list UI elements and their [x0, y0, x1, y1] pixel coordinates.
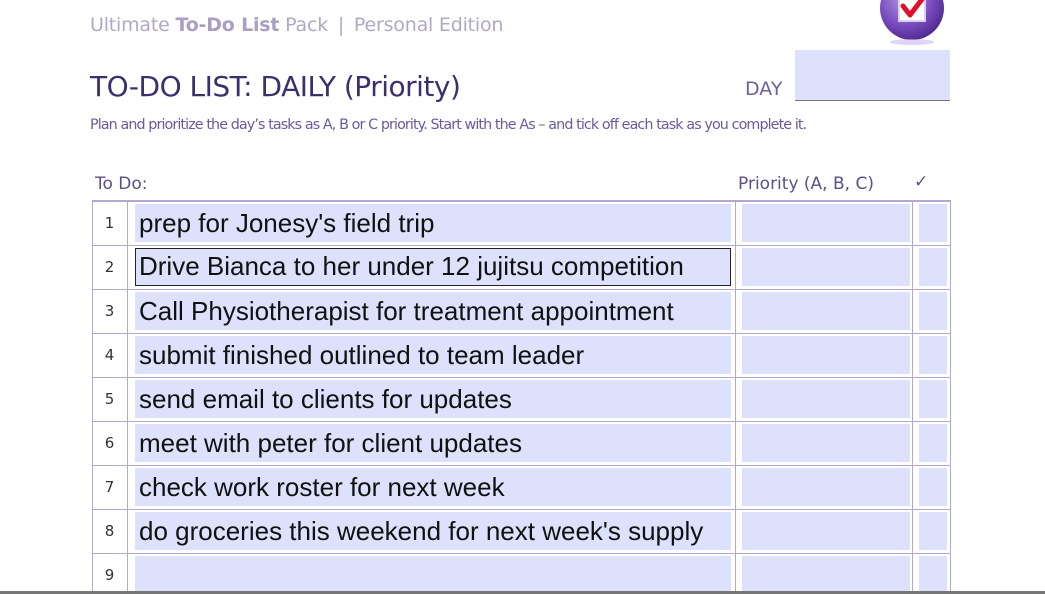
brand-suffix: Pack — [279, 14, 329, 36]
todo-column-header: To Do: — [95, 174, 148, 194]
column-divider — [735, 422, 736, 465]
task-input[interactable]: Call Physiotherapist for treatment appoi… — [135, 292, 731, 330]
row-number: 9 — [92, 554, 128, 594]
checkbox-tick-icon — [879, 0, 945, 46]
done-checkbox[interactable] — [919, 424, 947, 462]
column-divider — [912, 422, 913, 465]
priority-input[interactable] — [742, 556, 910, 594]
done-checkbox[interactable] — [919, 292, 947, 330]
done-checkbox[interactable] — [919, 204, 947, 242]
done-checkbox[interactable] — [919, 380, 947, 418]
document-page: Ultimate To-Do List Pack | Personal Edit… — [0, 0, 1045, 594]
brand-product: To-Do List — [175, 14, 280, 36]
task-input[interactable]: check work roster for next week — [135, 468, 731, 506]
priority-input[interactable] — [742, 380, 910, 418]
row-number: 4 — [92, 334, 128, 377]
task-input-focused[interactable]: Drive Bianca to her under 12 jujitsu com… — [135, 248, 731, 286]
task-input[interactable]: send email to clients for updates — [135, 380, 731, 418]
row-number: 8 — [92, 510, 128, 553]
row-number: 1 — [92, 202, 128, 245]
priority-input[interactable] — [742, 512, 910, 550]
done-checkbox[interactable] — [919, 468, 947, 506]
day-input[interactable] — [795, 50, 950, 101]
row-number: 5 — [92, 378, 128, 421]
table-row: 4 submit finished outlined to team leade… — [92, 334, 950, 378]
brand-prefix: Ultimate — [90, 14, 176, 36]
table-row: 9 — [92, 554, 950, 594]
column-divider — [912, 466, 913, 509]
row-number: 6 — [92, 422, 128, 465]
done-checkbox[interactable] — [919, 556, 947, 594]
column-divider — [912, 378, 913, 421]
brand-line: Ultimate To-Do List Pack | Personal Edit… — [90, 14, 503, 36]
table-row: 5 send email to clients for updates — [92, 378, 950, 422]
column-divider — [735, 290, 736, 333]
priority-input[interactable] — [742, 468, 910, 506]
table-row: 6 meet with peter for client updates — [92, 422, 950, 466]
column-divider — [735, 378, 736, 421]
column-divider — [912, 554, 913, 594]
column-divider — [735, 246, 736, 289]
task-input[interactable]: prep for Jonesy's field trip — [135, 204, 731, 242]
priority-input[interactable] — [742, 292, 910, 330]
task-input[interactable]: meet with peter for client updates — [135, 424, 731, 462]
done-checkbox[interactable] — [919, 336, 947, 374]
table-row: 1 prep for Jonesy's field trip — [92, 202, 950, 246]
column-divider — [735, 466, 736, 509]
column-divider — [912, 202, 913, 245]
table-row: 8 do groceries this weekend for next wee… — [92, 510, 950, 554]
column-divider — [735, 334, 736, 377]
done-column-header: ✓ — [914, 172, 929, 192]
table-row: 7 check work roster for next week — [92, 466, 950, 510]
done-checkbox[interactable] — [919, 248, 947, 286]
instructions-text: Plan and prioritize the day’s tasks as A… — [90, 117, 807, 133]
column-divider — [735, 202, 736, 245]
table-row: 3 Call Physiotherapist for treatment app… — [92, 290, 950, 334]
priority-column-header: Priority (A, B, C) — [738, 174, 874, 194]
row-number: 7 — [92, 466, 128, 509]
done-checkbox[interactable] — [919, 512, 947, 550]
task-input[interactable]: do groceries this weekend for next week'… — [135, 512, 731, 550]
column-divider — [912, 290, 913, 333]
table-row: 2 Drive Bianca to her under 12 jujitsu c… — [92, 246, 950, 290]
brand-separator: | — [337, 14, 345, 36]
task-input[interactable]: submit finished outlined to team leader — [135, 336, 731, 374]
day-label: DAY — [745, 78, 783, 100]
column-divider — [912, 510, 913, 553]
priority-input[interactable] — [742, 424, 910, 462]
priority-input[interactable] — [742, 248, 910, 286]
priority-input[interactable] — [742, 204, 910, 242]
task-input[interactable] — [135, 556, 731, 594]
row-number: 2 — [92, 246, 128, 289]
column-divider — [735, 554, 736, 594]
page-title: TO-DO LIST: DAILY (Priority) — [90, 70, 461, 103]
column-divider — [735, 510, 736, 553]
column-divider — [912, 334, 913, 377]
priority-input[interactable] — [742, 336, 910, 374]
column-divider — [912, 246, 913, 289]
row-number: 3 — [92, 290, 128, 333]
brand-edition: Personal Edition — [353, 14, 504, 36]
